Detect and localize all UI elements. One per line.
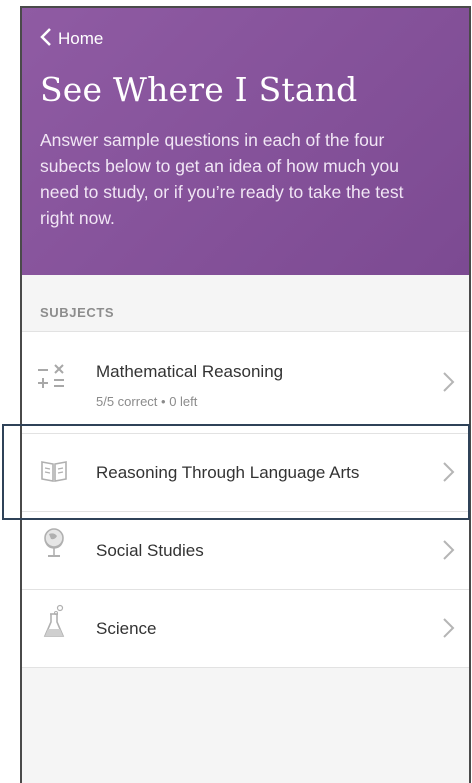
subject-status: 5/5 correct • 0 left: [96, 394, 198, 409]
subjects-list: Mathematical Reasoning 5/5 correct • 0 l…: [22, 331, 469, 668]
subject-row-social-studies[interactable]: Social Studies: [22, 512, 469, 590]
subject-row-math[interactable]: Mathematical Reasoning 5/5 correct • 0 l…: [22, 332, 469, 434]
chevron-right-icon: [443, 540, 455, 560]
section-label: SUBJECTS: [40, 305, 115, 320]
subject-name: Social Studies: [96, 541, 204, 560]
back-label: Home: [58, 29, 104, 48]
chevron-left-icon: [40, 28, 52, 50]
app-screen: Home See Where I Stand Answer sample que…: [20, 6, 471, 783]
chevron-right-icon: [443, 462, 455, 482]
flask-icon: [40, 604, 68, 637]
subject-name: Science: [96, 619, 157, 638]
subject-row-language-arts[interactable]: Reasoning Through Language Arts: [22, 434, 469, 512]
page-title: See Where I Stand: [40, 70, 358, 109]
book-icon: [40, 459, 68, 489]
back-button[interactable]: Home: [40, 28, 103, 50]
globe-icon: [40, 526, 68, 557]
page-description: Answer sample questions in each of the f…: [40, 130, 404, 228]
header: Home See Where I Stand Answer sample que…: [22, 8, 469, 275]
subject-row-science[interactable]: Science: [22, 590, 469, 668]
chevron-right-icon: [443, 372, 455, 392]
math-symbols-icon: [36, 361, 70, 388]
subject-name: Reasoning Through Language Arts: [96, 463, 360, 482]
subject-name: Mathematical Reasoning: [96, 362, 284, 381]
chevron-right-icon: [443, 618, 455, 638]
